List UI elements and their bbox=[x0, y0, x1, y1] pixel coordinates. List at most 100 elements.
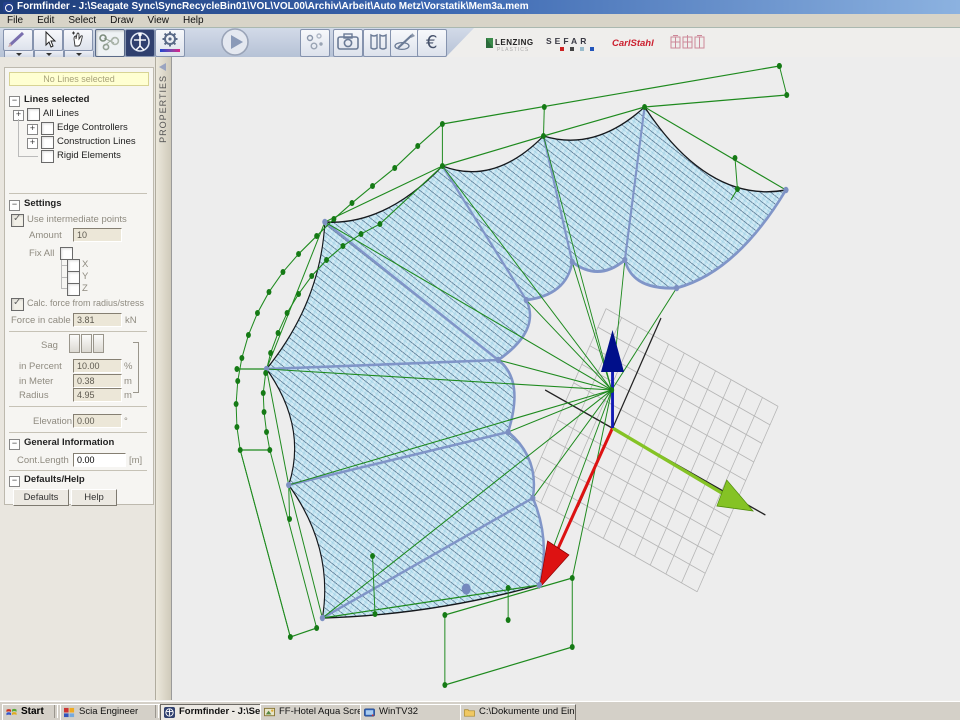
collapse-icon[interactable] bbox=[9, 200, 20, 211]
menu-select[interactable]: Select bbox=[61, 14, 103, 27]
svg-text:€: € bbox=[426, 32, 437, 53]
vitruvian-man-icon bbox=[127, 30, 153, 54]
defaults-help-group[interactable]: Defaults/Help bbox=[9, 474, 85, 487]
tree-connector bbox=[18, 156, 38, 157]
in-meter-field[interactable]: 0.38 bbox=[73, 374, 122, 388]
cont-length-field[interactable]: 0.00 bbox=[73, 453, 126, 467]
tree-item-all-lines[interactable]: All Lines bbox=[43, 108, 79, 119]
pencil-icon bbox=[5, 30, 31, 48]
pan-hand-button[interactable] bbox=[63, 29, 93, 51]
checkbox-calc-force[interactable] bbox=[11, 298, 24, 311]
formfinder-man-button[interactable] bbox=[125, 29, 155, 57]
defaults-button[interactable]: Defaults bbox=[13, 489, 69, 506]
properties-panel-box: No Lines selected Lines selected All Lin… bbox=[4, 67, 154, 505]
tree-item-rigid-elements[interactable]: Rigid Elements bbox=[57, 150, 121, 161]
draw-pencil-button[interactable] bbox=[3, 29, 33, 51]
settings-group[interactable]: Settings bbox=[9, 198, 61, 211]
task-wintv32[interactable]: WinTV32 bbox=[360, 704, 476, 720]
materials-button[interactable] bbox=[363, 29, 393, 57]
in-percent-label: in Percent bbox=[19, 361, 62, 372]
sag-option-1[interactable] bbox=[69, 334, 80, 353]
properties-tab-strip[interactable]: PROPERTIES bbox=[155, 57, 172, 700]
window-title: Formfinder - J:\Seagate Sync\SyncRecycle… bbox=[17, 0, 529, 14]
snapshot-button[interactable] bbox=[333, 29, 363, 57]
general-information-group[interactable]: General Information bbox=[9, 437, 114, 450]
collapse-icon[interactable] bbox=[9, 476, 20, 487]
camera-icon bbox=[335, 30, 361, 54]
divider bbox=[9, 406, 147, 407]
spools-icon bbox=[365, 30, 391, 54]
screenshot-icon bbox=[264, 707, 275, 718]
menu-edit[interactable]: Edit bbox=[30, 14, 61, 27]
calc-force-label: Calc. force from radius/stress bbox=[27, 298, 144, 308]
model-canvas[interactable] bbox=[171, 57, 960, 700]
tree-expander-construction-lines[interactable] bbox=[27, 138, 38, 149]
membrane-scene[interactable] bbox=[172, 57, 960, 700]
select-pointer-button[interactable] bbox=[33, 29, 63, 51]
collapse-arrow-icon[interactable] bbox=[159, 63, 166, 71]
meter-unit: m bbox=[124, 376, 132, 387]
properties-panel: No Lines selected Lines selected All Lin… bbox=[0, 57, 155, 700]
menu-view[interactable]: View bbox=[141, 14, 177, 27]
elevation-unit: ° bbox=[124, 416, 128, 427]
amount-field[interactable]: 10 bbox=[73, 228, 122, 242]
cont-length-label: Cont.Length bbox=[17, 455, 69, 466]
in-percent-field[interactable]: 10.00 bbox=[73, 359, 122, 373]
task-dokumente-folder[interactable]: C:\Dokumente und Einst... bbox=[460, 704, 576, 720]
menu-file[interactable]: File bbox=[0, 14, 30, 27]
pen-icon bbox=[392, 30, 418, 54]
radius-field[interactable]: 4.95 bbox=[73, 388, 122, 402]
sketch-pen-button[interactable] bbox=[390, 29, 420, 57]
tree-item-edge-controllers[interactable]: Edge Controllers bbox=[57, 122, 128, 133]
desktop: Formfinder - J:\Seagate Sync\SyncRecycle… bbox=[0, 0, 960, 720]
carlstahl-logo: CarlStahl bbox=[612, 35, 666, 59]
in-meter-label: in Meter bbox=[19, 376, 53, 387]
coordinate-triad bbox=[539, 330, 753, 588]
cost-euro-button[interactable]: € bbox=[417, 29, 447, 57]
net-nodes-icon bbox=[97, 30, 123, 54]
mesh-points-button[interactable] bbox=[300, 29, 330, 57]
amount-label: Amount bbox=[29, 230, 62, 241]
checkbox-rigid-elements[interactable] bbox=[41, 150, 54, 163]
checkbox-construction-lines[interactable] bbox=[41, 136, 54, 149]
radius-label: Radius bbox=[19, 390, 49, 401]
taskbar-divider bbox=[54, 705, 58, 718]
task-ff-hotel-aqua[interactable]: FF-Hotel Aqua Screensh... bbox=[260, 704, 376, 720]
elevation-field[interactable]: 0.00 bbox=[73, 414, 122, 428]
checkbox-fix-z[interactable] bbox=[67, 283, 80, 296]
menu-draw[interactable]: Draw bbox=[103, 14, 140, 27]
checkbox-use-intermediate-points[interactable] bbox=[11, 214, 24, 227]
elevation-label: Elevation bbox=[33, 416, 72, 427]
percent-unit: % bbox=[124, 361, 132, 372]
help-button[interactable]: Help bbox=[71, 489, 117, 506]
sag-option-2[interactable] bbox=[81, 334, 92, 353]
tree-item-construction-lines[interactable]: Construction Lines bbox=[57, 136, 136, 147]
force-in-cable-label: Force in cable bbox=[11, 315, 71, 326]
partner-logos: LENZING PLASTICS SEFAR CarlStahl bbox=[480, 30, 780, 54]
membrane-surface[interactable] bbox=[267, 107, 786, 618]
start-label: Start bbox=[21, 706, 44, 717]
force-in-cable-field[interactable]: 3.81 bbox=[73, 313, 122, 327]
sefar-logo: SEFAR bbox=[546, 35, 604, 59]
tree-expander-edge-controllers[interactable] bbox=[27, 124, 38, 135]
title-bar[interactable]: Formfinder - J:\Seagate Sync\SyncRecycle… bbox=[0, 0, 960, 14]
folder-icon bbox=[464, 707, 475, 718]
menu-help[interactable]: Help bbox=[176, 14, 211, 27]
statics-settings-button[interactable] bbox=[155, 29, 185, 57]
checkbox-all-lines[interactable] bbox=[27, 108, 40, 121]
formfinder-icon bbox=[164, 707, 175, 718]
collapse-icon[interactable] bbox=[9, 96, 20, 107]
divider bbox=[9, 470, 147, 471]
collapse-icon[interactable] bbox=[9, 439, 20, 450]
gear-icon bbox=[157, 30, 183, 54]
play-button[interactable] bbox=[218, 28, 252, 57]
taskbar-divider bbox=[155, 705, 159, 718]
lenzing-logo: LENZING PLASTICS bbox=[485, 34, 545, 58]
sag-option-3[interactable] bbox=[93, 334, 104, 353]
checkbox-edge-controllers[interactable] bbox=[41, 122, 54, 135]
cont-length-unit: [m] bbox=[129, 455, 142, 466]
pointer-icon bbox=[35, 30, 61, 48]
task-formfinder[interactable]: Formfinder - J:\Seaga... bbox=[160, 704, 276, 720]
lines-selected-group[interactable]: Lines selected bbox=[9, 94, 89, 107]
formfinding-button[interactable] bbox=[95, 29, 125, 57]
